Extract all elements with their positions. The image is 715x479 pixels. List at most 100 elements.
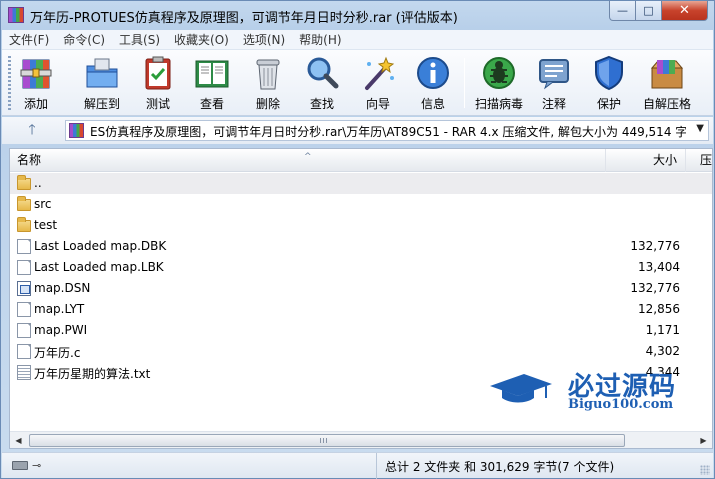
- file-icon: [17, 239, 31, 254]
- list-item[interactable]: map.PWI 1,171: [10, 320, 712, 341]
- scrollbar-thumb[interactable]: [29, 434, 625, 447]
- scrollbar-grip: [320, 438, 328, 443]
- sfx-label: 自解压格: [642, 97, 691, 111]
- delete-button[interactable]: 删除: [248, 54, 288, 114]
- text-file-icon: [17, 365, 31, 380]
- menu-bar: 文件(F) 命令(C) 工具(S) 收藏夹(O) 选项(N) 帮助(H): [2, 30, 713, 50]
- wizard-label: 向导: [365, 97, 390, 111]
- file-size: 132,776: [630, 281, 680, 295]
- scroll-left-icon[interactable]: ◀: [10, 432, 27, 448]
- virus-scan-icon: [480, 54, 518, 92]
- add-archive-icon: [17, 54, 55, 92]
- graduation-cap-icon: [490, 374, 552, 403]
- sfx-box-icon: [648, 54, 686, 92]
- file-size: 12,856: [638, 302, 680, 316]
- test-label: 测试: [145, 97, 170, 111]
- list-item[interactable]: map.LYT 12,856: [10, 299, 712, 320]
- list-item[interactable]: 万年历.c 4,302: [10, 341, 712, 362]
- find-magnifier-icon: [303, 54, 341, 92]
- up-one-level-button[interactable]: 🡑: [20, 120, 44, 140]
- virus-scan-button[interactable]: 扫描病毒: [474, 54, 524, 114]
- resize-grip[interactable]: [700, 465, 710, 475]
- comment-icon: [535, 54, 573, 92]
- find-button[interactable]: 查找: [302, 54, 342, 114]
- info-button[interactable]: 信息: [413, 54, 453, 114]
- menu-options[interactable]: 选项(N): [236, 30, 292, 49]
- toolbar: 添加 解压到 测试 查看 删除 查找 向导 信息 扫描病毒 注释 保护 自解压格: [2, 50, 713, 116]
- menu-commands[interactable]: 命令(C): [56, 30, 112, 49]
- watermark-subtitle: Biguo100.com: [568, 397, 674, 412]
- menu-help[interactable]: 帮助(H): [292, 30, 348, 49]
- folder-icon: [17, 196, 31, 211]
- file-name: 万年历星期的算法.txt: [34, 367, 151, 381]
- parent-folder-icon: [17, 175, 31, 190]
- list-item[interactable]: src: [10, 194, 712, 215]
- status-summary: 总计 2 文件夹 和 301,629 字节(7 个文件): [385, 460, 615, 474]
- file-name: Last Loaded map.LBK: [34, 260, 164, 274]
- horizontal-scrollbar[interactable]: ◀ ▶: [10, 431, 712, 448]
- archive-path-field[interactable]: ES仿真程序及原理图，可调节年月日时分秒.rar\万年历\AT89C51 - R…: [65, 120, 709, 141]
- column-packed[interactable]: 压: [686, 149, 712, 172]
- chevron-down-icon[interactable]: ▼: [696, 123, 704, 134]
- extract-to-label: 解压到: [83, 97, 120, 111]
- toolbar-separator: [464, 58, 465, 108]
- add-label: 添加: [23, 97, 48, 111]
- add-button[interactable]: 添加: [16, 54, 56, 114]
- design-file-icon: [17, 281, 31, 296]
- sfx-button[interactable]: 自解压格: [642, 54, 692, 114]
- comment-button[interactable]: 注释: [534, 54, 574, 114]
- status-bar: ⊸ 总计 2 文件夹 和 301,629 字节(7 个文件): [2, 452, 713, 479]
- file-name: map.PWI: [34, 323, 88, 337]
- close-button[interactable]: ✕: [662, 1, 708, 21]
- file-name: Last Loaded map.DBK: [34, 239, 167, 253]
- protect-button[interactable]: 保护: [589, 54, 629, 114]
- view-button[interactable]: 查看: [192, 54, 232, 114]
- file-name: map.LYT: [34, 302, 85, 316]
- file-size: 1,171: [645, 323, 680, 337]
- archive-path-text: ES仿真程序及原理图，可调节年月日时分秒.rar\万年历\AT89C51 - R…: [90, 125, 686, 139]
- list-item-parent[interactable]: ..: [10, 173, 712, 194]
- column-header: 名称 ^ 大小 压: [10, 149, 712, 172]
- sort-ascending-icon: ^: [304, 152, 312, 162]
- maximize-button[interactable]: □: [636, 1, 662, 21]
- list-item[interactable]: map.DSN 132,776: [10, 278, 712, 299]
- file-size: 132,776: [630, 239, 680, 253]
- protect-label: 保护: [596, 97, 621, 111]
- info-icon: [414, 54, 452, 92]
- column-size[interactable]: 大小: [606, 149, 686, 172]
- winrar-window: 万年历-PROTUES仿真程序及原理图，可调节年月日时分秒.rar (评估版本)…: [0, 0, 715, 479]
- file-size: 13,404: [638, 260, 680, 274]
- minimize-button[interactable]: —: [609, 1, 636, 21]
- window-title: 万年历-PROTUES仿真程序及原理图，可调节年月日时分秒.rar (评估版本): [30, 11, 458, 26]
- watermark: 必过源码 Biguo100.com: [488, 366, 688, 412]
- wizard-button[interactable]: 向导: [358, 54, 398, 114]
- column-name[interactable]: 名称 ^: [10, 149, 606, 172]
- delete-trash-icon: [249, 54, 287, 92]
- protect-shield-icon: [590, 54, 628, 92]
- find-label: 查找: [309, 97, 334, 111]
- window-controls: — □ ✕: [609, 1, 708, 21]
- extract-to-button[interactable]: 解压到: [80, 54, 124, 114]
- menu-tools[interactable]: 工具(S): [112, 30, 167, 49]
- scroll-right-icon[interactable]: ▶: [695, 432, 712, 448]
- file-rows: .. src test Last Loaded map.DBK 132,776 …: [10, 173, 712, 383]
- test-button[interactable]: 测试: [138, 54, 178, 114]
- list-item[interactable]: Last Loaded map.LBK 13,404: [10, 257, 712, 278]
- virus-scan-label: 扫描病毒: [474, 97, 523, 111]
- extract-to-folder-icon: [83, 54, 121, 92]
- list-item[interactable]: Last Loaded map.DBK 132,776: [10, 236, 712, 257]
- title-bar[interactable]: 万年历-PROTUES仿真程序及原理图，可调节年月日时分秒.rar (评估版本)…: [1, 1, 714, 29]
- file-name: map.DSN: [34, 281, 91, 295]
- menu-file[interactable]: 文件(F): [2, 30, 56, 49]
- file-name: test: [34, 218, 58, 232]
- key-icon[interactable]: ⊸: [32, 459, 41, 472]
- file-size: 4,302: [645, 344, 680, 358]
- drive-icon[interactable]: [12, 461, 28, 470]
- folder-icon: [17, 217, 31, 232]
- menu-favorites[interactable]: 收藏夹(O): [167, 30, 236, 49]
- status-left-pane: ⊸: [2, 453, 377, 479]
- file-icon: [17, 344, 31, 359]
- toolbar-grip[interactable]: [8, 56, 11, 110]
- list-item[interactable]: test: [10, 215, 712, 236]
- file-icon: [17, 323, 31, 338]
